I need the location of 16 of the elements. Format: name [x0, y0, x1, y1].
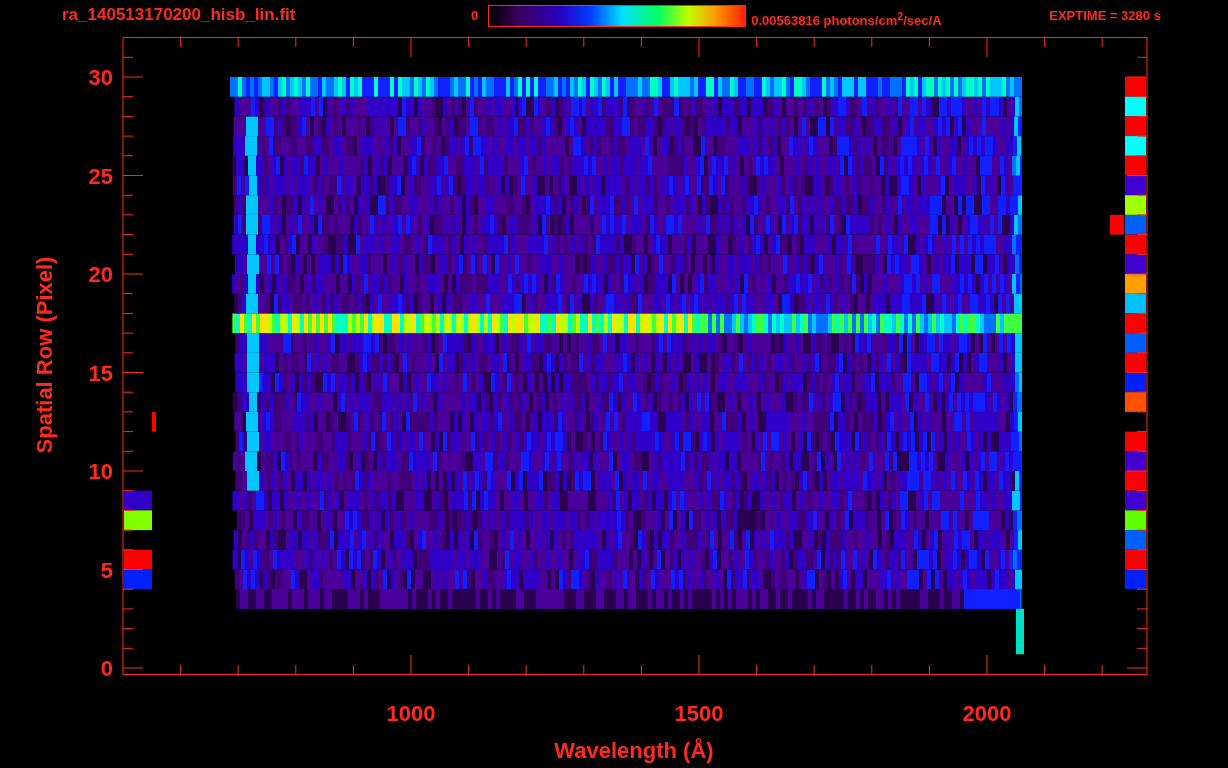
axis-tick-label: 2000: [962, 701, 1012, 726]
axis-tick-label: 5: [100, 557, 113, 583]
axis-tick-label: 1500: [674, 701, 724, 726]
colorbar-max-label: 0.00563816 photons/cm$^{2}$/sec/A: [751, 9, 943, 31]
axis-tick-label: 15: [88, 360, 113, 386]
axis-tick-label: 20: [88, 262, 113, 287]
axis-tick-label: 1000: [386, 701, 436, 726]
axis-tick-label: 30: [88, 65, 113, 90]
x-axis-label: Wavelength (Å): [554, 738, 714, 763]
exposure-time: EXPTIME = 3280 s: [1049, 7, 1161, 25]
axis-tick-label: 0: [100, 656, 113, 681]
axis-tick-label: 25: [88, 163, 113, 189]
axis-tick-label: 10: [88, 459, 113, 484]
plot-title: ra_140513170200_hisb_lin.fit: [62, 5, 297, 25]
colorbar-min-label: 0: [471, 7, 479, 25]
y-axis-label: Spatial Row (Pixel): [32, 256, 57, 454]
